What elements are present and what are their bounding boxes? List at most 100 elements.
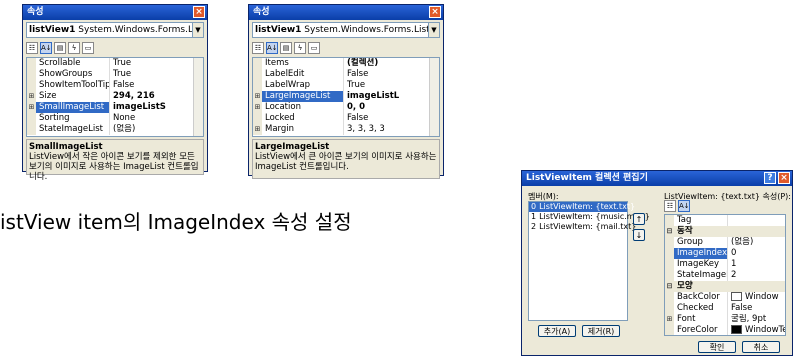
row-margin bbox=[665, 303, 674, 314]
title-bar: 속성 × bbox=[23, 5, 207, 20]
property-row[interactable]: Tag bbox=[665, 215, 785, 226]
property-value[interactable]: (컬렉션) bbox=[344, 58, 439, 69]
member-item[interactable]: 2 ListViewItem: {mail.txt} bbox=[529, 222, 636, 232]
properties-icon[interactable]: ▤ bbox=[280, 42, 292, 54]
property-row[interactable]: Checked False bbox=[665, 303, 785, 314]
property-value[interactable]: True bbox=[110, 69, 203, 80]
property-row[interactable]: Sorting None bbox=[27, 113, 203, 124]
property-value[interactable]: False bbox=[110, 80, 203, 91]
ok-button[interactable]: 확인 bbox=[698, 341, 736, 353]
property-value[interactable]: False bbox=[728, 303, 785, 314]
property-pages-icon[interactable]: ▭ bbox=[82, 42, 94, 54]
property-row[interactable]: Scrollable True bbox=[27, 58, 203, 69]
move-up-button[interactable]: ↑ bbox=[633, 213, 645, 225]
expand-icon[interactable]: ⊞ bbox=[253, 102, 262, 113]
properties-window-2: 속성 × listView1 System.Windows.Forms.List… bbox=[248, 4, 444, 179]
property-value[interactable]: False bbox=[344, 113, 439, 124]
property-value[interactable]: False bbox=[344, 69, 439, 80]
property-value[interactable]: 0 bbox=[728, 248, 785, 259]
row-margin bbox=[27, 124, 36, 135]
property-row[interactable]: ImageKey 1 bbox=[665, 259, 785, 270]
close-button[interactable]: × bbox=[429, 6, 441, 18]
close-button[interactable]: × bbox=[778, 172, 790, 184]
collapse-icon[interactable]: ⊟ bbox=[665, 226, 674, 237]
property-value[interactable]: (없음) bbox=[110, 124, 203, 135]
property-row[interactable]: ShowItemToolTips False bbox=[27, 80, 203, 91]
categorized-icon[interactable]: ☷ bbox=[664, 200, 676, 212]
property-row[interactable]: ⊞ Location 0, 0 bbox=[253, 102, 439, 113]
add-button[interactable]: 추가(A) bbox=[538, 325, 576, 337]
property-value[interactable]: 2 bbox=[728, 270, 785, 281]
property-value[interactable] bbox=[728, 215, 785, 226]
property-name: SmallImageList bbox=[36, 102, 110, 113]
categorized-icon[interactable]: ☷ bbox=[252, 42, 264, 54]
property-row[interactable]: BackColor Window bbox=[665, 292, 785, 303]
object-selector[interactable]: listView1 System.Windows.Forms.ListView … bbox=[26, 22, 204, 38]
property-row[interactable]: ⊞ Size 294, 216 bbox=[27, 91, 203, 102]
events-icon[interactable]: ϟ bbox=[68, 42, 80, 54]
expand-icon[interactable]: ⊞ bbox=[665, 314, 674, 325]
expand-icon[interactable]: ⊞ bbox=[27, 91, 36, 102]
object-selector[interactable]: listView1 System.Windows.Forms.ListView … bbox=[252, 22, 440, 38]
close-button[interactable]: × bbox=[193, 6, 205, 18]
cancel-button[interactable]: 취소 bbox=[742, 341, 780, 353]
member-item[interactable]: 0 ListViewItem: {text.txt} bbox=[529, 202, 635, 212]
property-row[interactable]: ⊞ SmallImageList imageListS bbox=[27, 102, 203, 113]
property-row[interactable]: Group (없음) bbox=[665, 237, 785, 248]
property-value[interactable]: 0, 0 bbox=[344, 102, 439, 113]
property-value[interactable]: imageListS bbox=[110, 102, 203, 113]
property-pages-icon[interactable]: ▭ bbox=[308, 42, 320, 54]
property-row[interactable]: ShowGroups True bbox=[27, 69, 203, 80]
expand-icon[interactable]: ⊞ bbox=[27, 102, 36, 113]
collapse-icon[interactable]: ⊟ bbox=[665, 281, 674, 292]
events-icon[interactable]: ϟ bbox=[294, 42, 306, 54]
property-value[interactable]: (없음) bbox=[728, 237, 785, 248]
property-row[interactable]: ⊞ Font 굴림, 9pt bbox=[665, 314, 785, 325]
property-row[interactable]: ⊞ Margin 3, 3, 3, 3 bbox=[253, 124, 439, 135]
property-row[interactable]: ForeColor WindowText bbox=[665, 325, 785, 335]
properties-icon[interactable]: ▤ bbox=[54, 42, 66, 54]
scrollbar[interactable] bbox=[429, 58, 439, 136]
category-row[interactable]: ⊟ 모양 bbox=[665, 281, 785, 292]
scrollbar[interactable] bbox=[193, 58, 203, 136]
remove-button[interactable]: 제거(R) bbox=[582, 325, 620, 337]
cancel-button-label: 취소 bbox=[753, 343, 769, 352]
property-value[interactable]: Window bbox=[728, 292, 785, 303]
property-value[interactable]: imageListL bbox=[344, 91, 439, 102]
property-row[interactable]: StateImageList (없음) bbox=[27, 124, 203, 135]
property-value[interactable]: WindowText bbox=[728, 325, 785, 335]
property-row[interactable]: LabelEdit False bbox=[253, 69, 439, 80]
alphabetical-icon[interactable]: A↓ bbox=[266, 42, 278, 54]
property-value[interactable]: None bbox=[110, 113, 203, 124]
property-name: Scrollable bbox=[36, 58, 110, 69]
property-row[interactable]: StateImageIndex2 bbox=[665, 270, 785, 281]
property-value[interactable]: True bbox=[110, 58, 203, 69]
title-bar: ListViewItem 컬렉션 편집기 ? × bbox=[522, 171, 792, 186]
property-value[interactable]: 1 bbox=[728, 259, 785, 270]
property-name: Sorting bbox=[36, 113, 110, 124]
property-value[interactable]: 3, 3, 3, 3 bbox=[344, 124, 439, 135]
property-value[interactable]: 굴림, 9pt bbox=[728, 314, 785, 325]
remove-button-label: 제거(R) bbox=[587, 327, 615, 336]
property-name: StateImageList bbox=[36, 124, 110, 135]
property-value[interactable]: 294, 216 bbox=[110, 91, 203, 102]
move-down-button[interactable]: ↓ bbox=[633, 229, 645, 241]
help-button[interactable]: ? bbox=[764, 172, 776, 184]
member-item[interactable]: 1 ListViewItem: {music.mp3} bbox=[529, 212, 650, 222]
property-grid: Items (컬렉션) LabelEdit False LabelWrap True ⊞ La… bbox=[252, 57, 440, 137]
members-list[interactable]: 0 ListViewItem: {text.txt} 1 ListViewItem: … bbox=[528, 201, 650, 321]
row-margin bbox=[665, 215, 674, 226]
property-row[interactable]: ⊞ LargeImageList imageListL bbox=[253, 91, 439, 102]
alphabetical-icon[interactable]: A↓ bbox=[40, 42, 52, 54]
categorized-icon[interactable]: ☷ bbox=[26, 42, 38, 54]
property-row[interactable]: Locked False bbox=[253, 113, 439, 124]
property-row[interactable]: LabelWrap True bbox=[253, 80, 439, 91]
expand-icon[interactable]: ⊞ bbox=[253, 124, 262, 135]
expand-icon[interactable]: ⊞ bbox=[253, 91, 262, 102]
category-row[interactable]: ⊟ 동작 bbox=[665, 226, 785, 237]
property-name: ForeColor bbox=[674, 325, 728, 335]
property-row[interactable]: ImageIndex 0 bbox=[665, 248, 785, 259]
property-row[interactable]: Items (컬렉션) bbox=[253, 58, 439, 69]
alphabetical-icon[interactable]: A↓ bbox=[678, 200, 690, 212]
property-value[interactable]: True bbox=[344, 80, 439, 91]
